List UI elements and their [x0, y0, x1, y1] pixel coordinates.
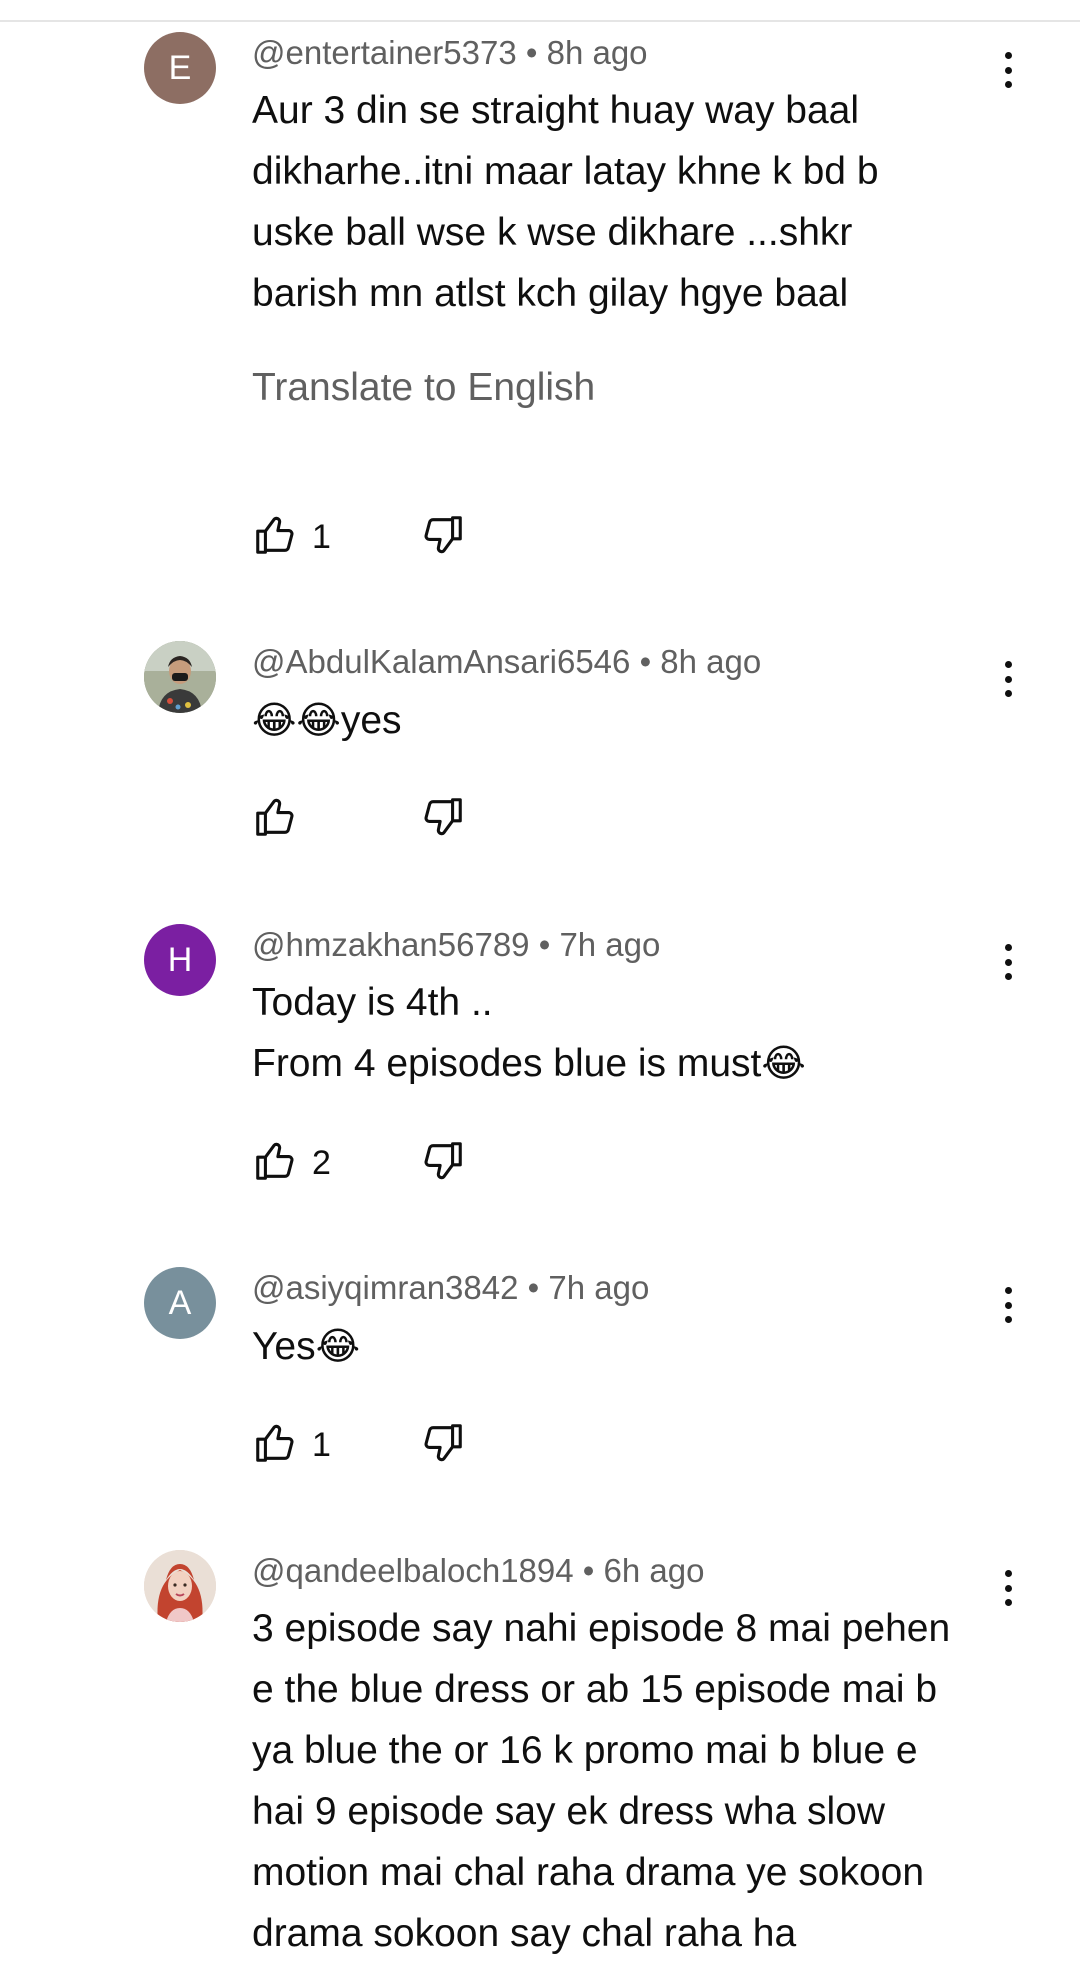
comment-text: 😂😂yes	[252, 698, 402, 742]
more-vertical-icon	[1004, 661, 1012, 668]
avatar[interactable]	[144, 1550, 216, 1622]
translate-link[interactable]: Translate to English	[252, 366, 595, 410]
thumbs-up-icon	[256, 516, 294, 554]
comment-actions: 1	[252, 1420, 492, 1468]
comment-text: 3 episode say nahi episode 8 mai pehen e…	[252, 1607, 951, 1955]
dislike-button[interactable]	[420, 794, 466, 840]
author-handle[interactable]: @qandeelbaloch1894	[252, 1552, 574, 1589]
meta-separator: •	[639, 643, 652, 680]
laughing-emoji: 😂	[761, 1041, 806, 1085]
comment-meta: @entertainer5373 • 8h ago	[252, 34, 648, 72]
top-divider	[0, 20, 1080, 22]
more-vertical-icon	[1004, 944, 1012, 951]
comment-time: 7h ago	[559, 926, 661, 963]
comment-meta: @qandeelbaloch1894 • 6h ago	[252, 1552, 704, 1590]
comment-time: 8h ago	[546, 34, 648, 71]
comment-actions	[252, 794, 492, 842]
thumbs-down-icon	[424, 1424, 462, 1462]
more-vertical-icon	[1004, 52, 1012, 59]
meta-separator: •	[525, 34, 538, 71]
like-count: 2	[312, 1144, 331, 1182]
laughing-emoji: 😂	[315, 1324, 361, 1368]
like-button[interactable]	[252, 512, 298, 558]
avatar[interactable]	[144, 641, 216, 713]
avatar[interactable]: A	[144, 1267, 216, 1339]
meta-separator: •	[527, 1269, 540, 1306]
thumbs-down-icon	[424, 798, 462, 836]
meta-separator: •	[582, 1552, 595, 1589]
thumbs-up-icon	[256, 1142, 294, 1180]
comment-meta: @AbdulKalamAnsari6546 • 8h ago	[252, 643, 761, 681]
comment-actions: 2	[252, 1138, 492, 1186]
more-vertical-icon	[1004, 1287, 1012, 1294]
author-handle[interactable]: @asiyqimran3842	[252, 1269, 518, 1306]
comment-text: Aur 3 din se straight huay way baal dikh…	[252, 89, 879, 315]
comment-meta: @hmzakhan56789 • 7h ago	[252, 926, 660, 964]
comment-meta: @asiyqimran3842 • 7h ago	[252, 1269, 649, 1307]
dislike-button[interactable]	[420, 512, 466, 558]
thumbs-up-icon	[256, 1424, 294, 1462]
meta-separator: •	[538, 926, 551, 963]
more-vertical-icon	[1004, 1570, 1012, 1577]
dislike-button[interactable]	[420, 1138, 466, 1184]
comment-text: Yes😂	[252, 1324, 361, 1368]
avatar[interactable]: H	[144, 924, 216, 996]
like-button[interactable]	[252, 1420, 298, 1466]
like-count: 1	[312, 518, 331, 556]
comment-actions: 1	[252, 512, 492, 560]
comment-time: 6h ago	[603, 1552, 705, 1589]
profile-photo	[144, 641, 216, 713]
like-count: 1	[312, 1426, 331, 1464]
comment-text: Today is 4th .. From 4 episodes blue is …	[252, 981, 806, 1085]
laughing-emoji: 😂😂	[252, 698, 341, 742]
like-button[interactable]	[252, 1138, 298, 1184]
thumbs-up-icon	[256, 798, 294, 836]
author-handle[interactable]: @AbdulKalamAnsari6546	[252, 643, 630, 680]
comment-time: 7h ago	[548, 1269, 650, 1306]
comment-time: 8h ago	[660, 643, 762, 680]
thumbs-down-icon	[424, 516, 462, 554]
author-handle[interactable]: @entertainer5373	[252, 34, 517, 71]
dislike-button[interactable]	[420, 1420, 466, 1466]
avatar[interactable]: E	[144, 32, 216, 104]
thumbs-down-icon	[424, 1142, 462, 1180]
like-button[interactable]	[252, 794, 298, 840]
author-handle[interactable]: @hmzakhan56789	[252, 926, 530, 963]
profile-photo	[144, 1550, 216, 1622]
